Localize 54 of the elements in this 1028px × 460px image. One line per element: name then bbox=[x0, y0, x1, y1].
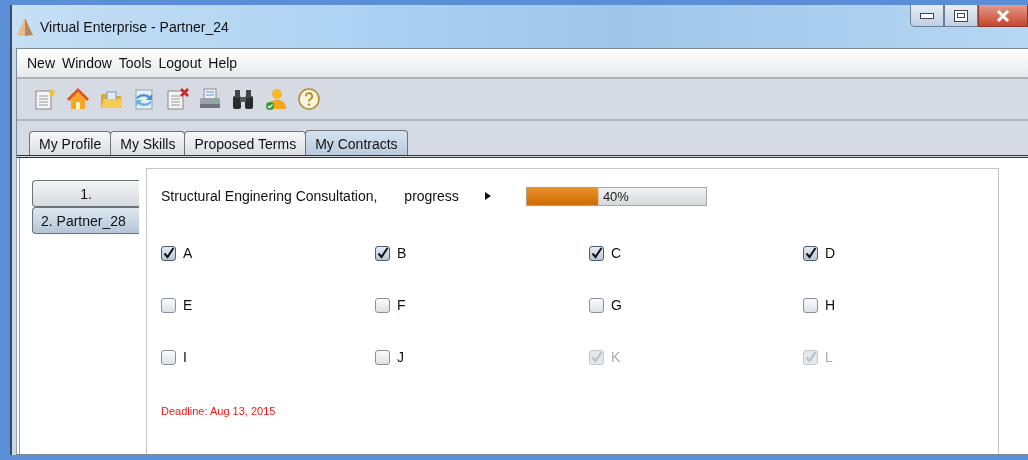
checkbox[interactable] bbox=[161, 297, 176, 313]
tab[interactable]: My Skills bbox=[110, 131, 186, 155]
checkbox-label: L bbox=[825, 349, 833, 365]
checkbox[interactable] bbox=[375, 245, 390, 261]
menu-item[interactable]: Logout bbox=[158, 55, 202, 71]
checkbox-label: H bbox=[825, 297, 836, 313]
deadline-text: Deadline: Aug 13, 2015 bbox=[161, 405, 277, 417]
menu-item[interactable]: Help bbox=[208, 55, 238, 71]
menu-item[interactable]: Window bbox=[62, 55, 112, 71]
minimize-icon bbox=[920, 12, 934, 19]
close-button[interactable] bbox=[978, 5, 1028, 27]
window-title: Virtual Enterprise - Partner_24 bbox=[40, 18, 229, 35]
home-icon[interactable] bbox=[66, 87, 90, 111]
checkbox[interactable] bbox=[589, 245, 604, 261]
minimize-button[interactable] bbox=[910, 5, 944, 27]
maximize-icon bbox=[954, 9, 968, 22]
checkbox[interactable] bbox=[161, 245, 176, 261]
user-icon[interactable] bbox=[264, 87, 288, 111]
progress-reading: 40% bbox=[602, 188, 629, 204]
contract-list-item[interactable]: 2. Partner_28 bbox=[32, 207, 139, 234]
menu-item[interactable]: New bbox=[27, 55, 55, 71]
new-document-icon[interactable] bbox=[33, 87, 57, 111]
contract-title: Structural Enginering Consultation, bbox=[161, 188, 378, 204]
delete-document-icon[interactable] bbox=[165, 87, 189, 111]
checkbox-label: I bbox=[183, 349, 187, 365]
checkbox-label: F bbox=[397, 297, 406, 313]
progress-label: progress bbox=[404, 188, 459, 204]
checkbox-label: G bbox=[611, 297, 622, 313]
checkbox[interactable] bbox=[589, 297, 604, 313]
tab[interactable]: My Contracts bbox=[305, 130, 408, 155]
close-icon bbox=[995, 8, 1011, 23]
app-logo-icon bbox=[16, 16, 34, 37]
printer-icon[interactable] bbox=[198, 87, 222, 111]
checkbox-label: C bbox=[611, 245, 622, 261]
checkbox[interactable] bbox=[161, 349, 176, 365]
checkbox[interactable] bbox=[375, 349, 390, 365]
tab[interactable]: My Profile bbox=[29, 131, 112, 155]
sync-document-icon[interactable] bbox=[132, 87, 156, 111]
checkbox-label: K bbox=[611, 349, 621, 365]
checkbox-label: B bbox=[397, 245, 407, 261]
caret-icon bbox=[484, 192, 491, 200]
checkbox-label: D bbox=[825, 245, 836, 261]
contract-list-item[interactable]: 1. bbox=[32, 180, 139, 207]
checkbox[interactable] bbox=[803, 245, 818, 261]
tab[interactable]: Proposed Terms bbox=[184, 131, 307, 155]
menu-item[interactable]: Tools bbox=[118, 55, 152, 71]
maximize-button[interactable] bbox=[944, 5, 978, 27]
checkbox-label: A bbox=[183, 245, 193, 261]
checkbox[interactable] bbox=[803, 297, 818, 313]
binoculars-icon[interactable] bbox=[231, 87, 255, 111]
checkbox-label: J bbox=[397, 349, 404, 365]
checkbox-label: E bbox=[183, 297, 193, 313]
help-icon[interactable] bbox=[297, 87, 321, 111]
checkbox[interactable] bbox=[375, 297, 390, 313]
